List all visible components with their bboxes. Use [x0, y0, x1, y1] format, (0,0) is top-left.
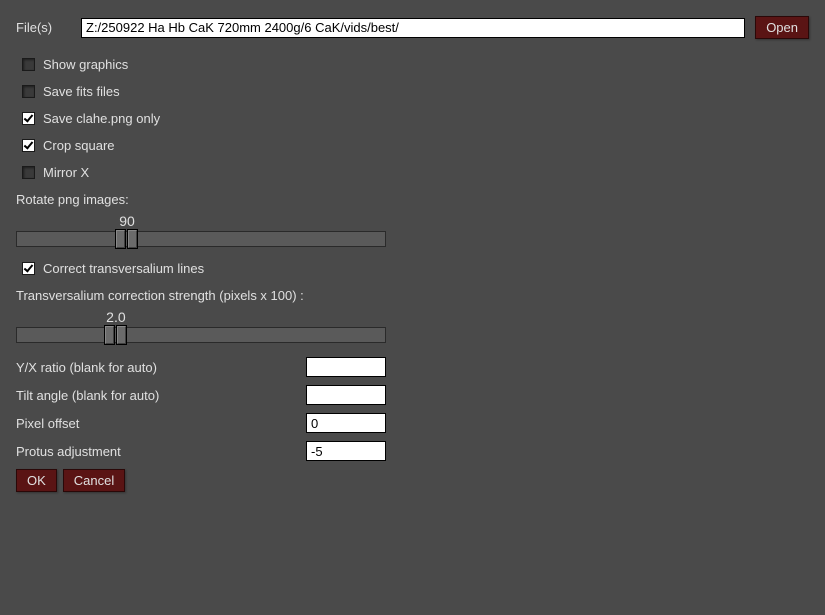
yx-ratio-label: Y/X ratio (blank for auto)	[16, 360, 306, 375]
yx-ratio-input[interactable]	[306, 357, 386, 377]
trans-slider-thumb[interactable]	[104, 325, 128, 345]
file-label: File(s)	[16, 20, 71, 35]
save-fits-checkbox[interactable]	[22, 85, 35, 98]
rotate-value: 90	[119, 213, 135, 229]
mirror-x-checkbox[interactable]	[22, 166, 35, 179]
trans-value: 2.0	[106, 309, 125, 325]
tilt-angle-label: Tilt angle (blank for auto)	[16, 388, 306, 403]
tilt-angle-input[interactable]	[306, 385, 386, 405]
rotate-label: Rotate png images:	[16, 192, 809, 207]
file-path-input[interactable]	[81, 18, 745, 38]
trans-label: Transversalium correction strength (pixe…	[16, 288, 809, 303]
correct-trans-label: Correct transversalium lines	[43, 261, 204, 276]
mirror-x-label: Mirror X	[43, 165, 89, 180]
rotate-slider[interactable]: 90	[16, 213, 386, 247]
show-graphics-label: Show graphics	[43, 57, 128, 72]
trans-slider[interactable]: 2.0	[16, 309, 386, 343]
open-button[interactable]: Open	[755, 16, 809, 39]
pixel-offset-input[interactable]	[306, 413, 386, 433]
crop-square-checkbox[interactable]	[22, 139, 35, 152]
protus-input[interactable]	[306, 441, 386, 461]
cancel-button[interactable]: Cancel	[63, 469, 125, 492]
protus-label: Protus adjustment	[16, 444, 306, 459]
save-clahe-checkbox[interactable]	[22, 112, 35, 125]
rotate-slider-thumb[interactable]	[115, 229, 139, 249]
save-clahe-label: Save clahe.png only	[43, 111, 160, 126]
show-graphics-checkbox[interactable]	[22, 58, 35, 71]
pixel-offset-label: Pixel offset	[16, 416, 306, 431]
crop-square-label: Crop square	[43, 138, 115, 153]
correct-trans-checkbox[interactable]	[22, 262, 35, 275]
save-fits-label: Save fits files	[43, 84, 120, 99]
ok-button[interactable]: OK	[16, 469, 57, 492]
